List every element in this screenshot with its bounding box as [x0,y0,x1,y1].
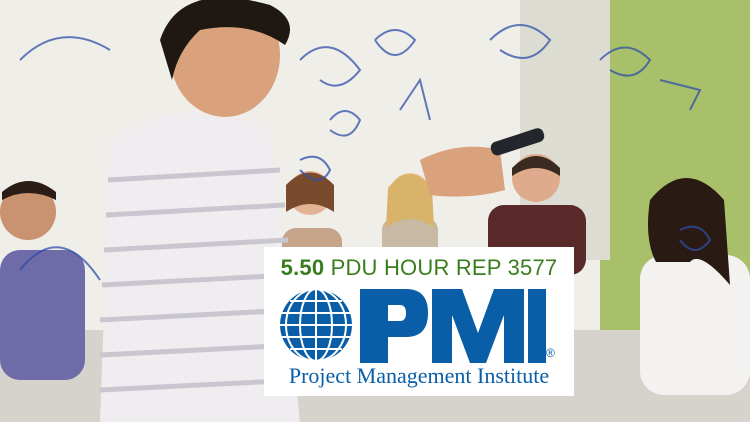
pdu-badge: 5.50 PDU HOUR REP 3577 ® Project Managem… [264,247,574,396]
globe-icon [280,288,352,362]
logo-letter-p [360,289,428,363]
logo-letter-m [432,289,524,363]
registered-mark: ® [546,346,555,360]
logo-letter-i [528,289,546,363]
pdu-prefix: 5.50 [280,255,325,280]
photo-scene: 5.50 PDU HOUR REP 3577 ® Project Managem… [0,0,750,422]
pmi-logo [280,288,546,363]
pdu-text: PDU HOUR REP 3577 [330,255,558,280]
org-name: Project Management Institute [288,363,550,388]
pdu-title: 5.50 PDU HOUR REP 3577 [264,255,574,281]
